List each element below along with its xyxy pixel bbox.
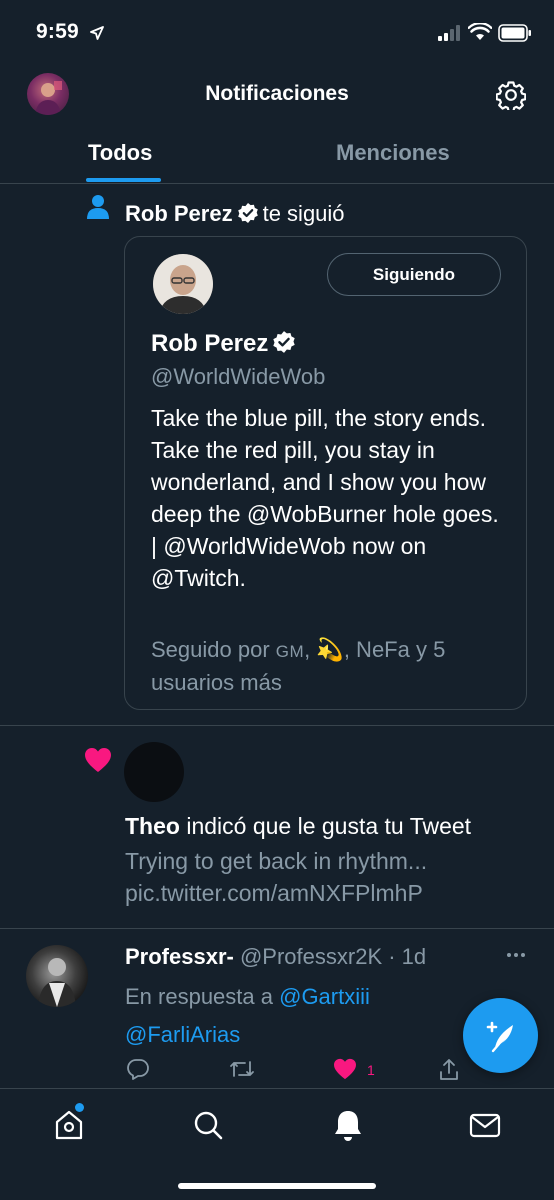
more-options-icon[interactable]: [506, 952, 526, 958]
mention-link[interactable]: @FarliArias: [125, 1022, 240, 1047]
liked-tweet-text: Trying to get back in rhythm... pic.twit…: [125, 845, 427, 909]
compose-feather-icon: [486, 1021, 513, 1053]
notifications-screen: 9:59 Notificaciones Todos Menciones Rob …: [0, 0, 554, 1200]
signal-icon: [438, 25, 460, 41]
liker-avatar[interactable]: [124, 742, 184, 802]
profile-card[interactable]: Siguiendo Rob Perez @WorldWideWob Take t…: [124, 236, 527, 710]
tab-menciones[interactable]: Menciones: [336, 140, 450, 166]
gear-icon[interactable]: [496, 80, 526, 110]
retweet-icon[interactable]: [229, 1058, 255, 1080]
like-text: Theo indicó que le gusta tu Tweet: [125, 813, 471, 840]
liker-name[interactable]: Theo: [125, 813, 180, 839]
profile-bio: Take the blue pill, the story ends. Take…: [151, 405, 499, 591]
heart-icon[interactable]: [333, 1058, 357, 1080]
compose-tweet-button[interactable]: [463, 998, 538, 1073]
status-time: 9:59: [36, 20, 79, 43]
reply-author-avatar[interactable]: [26, 945, 88, 1007]
follower-name[interactable]: Rob Perez: [125, 201, 233, 226]
reply-icon[interactable]: [127, 1058, 149, 1080]
reply-to-text: En respuesta a @Gartxiii @FarliArias: [125, 978, 370, 1054]
wifi-icon: [468, 23, 492, 40]
home-indicator: [178, 1183, 376, 1189]
reply-handle-time: @Professxr2K · 1d: [239, 944, 427, 969]
tab-todos[interactable]: Todos: [88, 140, 152, 166]
reply-author-name[interactable]: Professxr-: [125, 944, 234, 969]
person-icon: [87, 195, 109, 219]
followed-by-text: Seguido por GM, 💫, NeFa y 5 usuarios más: [151, 637, 446, 695]
reply-tweet[interactable]: Professxr- @Professxr2K · 1d En respuest…: [0, 930, 554, 1090]
location-arrow-icon: [90, 26, 104, 40]
profile-handle: @WorldWideWob: [151, 364, 326, 389]
mention-link[interactable]: @Gartxiii: [279, 984, 370, 1009]
reply-prefix: En respuesta a: [125, 984, 273, 1009]
follow-notification[interactable]: Rob Perez te siguió Siguiendo Rob Perez: [0, 184, 554, 726]
bottom-navigation: [0, 1088, 554, 1200]
profile-name-text[interactable]: Rob Perez: [151, 330, 268, 357]
status-bar: 9:59: [0, 0, 554, 66]
header: Notificaciones: [0, 66, 554, 122]
share-icon[interactable]: [438, 1058, 460, 1082]
battery-icon: [498, 24, 531, 42]
profile-avatar[interactable]: [151, 252, 215, 316]
like-action-text: indicó que le gusta tu Tweet: [186, 813, 472, 839]
bell-icon[interactable]: [330, 1107, 366, 1143]
verified-icon: [237, 203, 258, 223]
page-title: Notificaciones: [205, 82, 349, 105]
home-unread-dot: [75, 1103, 84, 1112]
active-tab-indicator: [86, 178, 161, 182]
follow-text: Rob Perez te siguió: [125, 201, 345, 227]
search-icon[interactable]: [190, 1107, 226, 1143]
heart-icon: [85, 748, 111, 772]
followed-by-emoji: 💫: [316, 637, 344, 662]
home-icon[interactable]: [51, 1107, 87, 1143]
tweet-actions: 1: [125, 1058, 465, 1084]
reply-header: Professxr- @Professxr2K · 1d: [125, 944, 426, 970]
tab-bar: Todos Menciones: [0, 122, 554, 184]
mail-icon[interactable]: [467, 1107, 503, 1143]
like-count: 1: [367, 1062, 375, 1078]
followed-by-gm: GM: [275, 642, 305, 661]
follow-action-text: te siguió: [262, 201, 345, 226]
verified-icon: [273, 331, 296, 353]
liked-tweet-line-2: pic.twitter.com/amNXFPlmhP: [125, 880, 423, 906]
like-notification[interactable]: Theo indicó que le gusta tu Tweet Trying…: [0, 727, 554, 929]
liked-tweet-line-1: Trying to get back in rhythm...: [125, 848, 428, 874]
profile-name: Rob Perez: [151, 330, 300, 358]
following-button[interactable]: Siguiendo: [327, 253, 501, 296]
followed-by-prefix: Seguido por: [151, 637, 270, 662]
